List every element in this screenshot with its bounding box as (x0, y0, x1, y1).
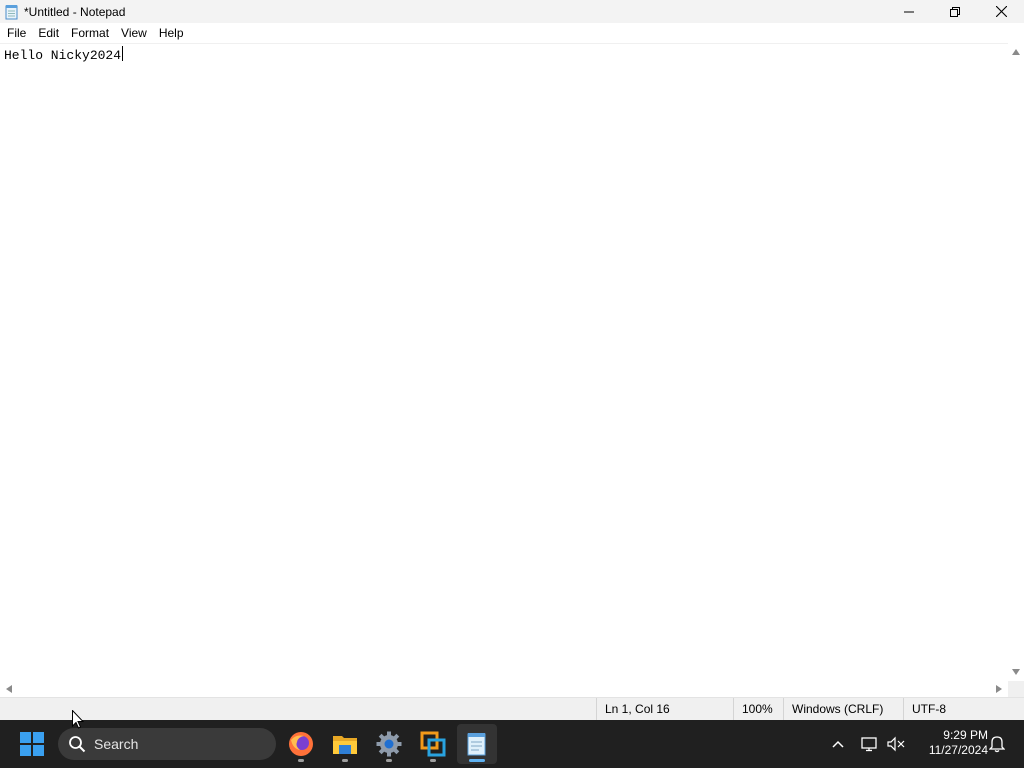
status-line-ending: Windows (CRLF) (783, 698, 903, 720)
scroll-right-button[interactable] (992, 681, 1006, 697)
minimize-button[interactable] (886, 0, 932, 23)
minimize-icon (904, 11, 914, 12)
taskbar-clock[interactable]: 9:29 PM 11/27/2024 (912, 728, 988, 758)
taskbar-search-box[interactable]: Search (58, 728, 276, 760)
restore-icon (950, 6, 960, 17)
remote-app-icon (420, 731, 446, 757)
notepad-icon (4, 4, 20, 20)
clock-time: 9:29 PM (943, 728, 988, 742)
scrollbar-corner (1008, 681, 1024, 697)
running-indicator (342, 759, 348, 762)
file-explorer-icon (333, 736, 357, 754)
taskbar-app-notepad[interactable] (457, 724, 497, 764)
close-button[interactable] (978, 0, 1024, 23)
vertical-scrollbar[interactable] (1008, 43, 1024, 681)
status-encoding: UTF-8 (903, 698, 1024, 720)
network-icon (861, 737, 877, 752)
taskbar-app-settings[interactable] (369, 724, 409, 764)
taskbar-app-firefox[interactable] (281, 724, 321, 764)
start-button[interactable] (12, 728, 52, 760)
taskbar-app-file-explorer[interactable] (325, 724, 365, 764)
active-indicator (469, 759, 485, 762)
triangle-down-icon (1012, 669, 1020, 675)
menu-file[interactable]: File (1, 23, 32, 43)
triangle-up-icon (1012, 49, 1020, 55)
scroll-up-button[interactable] (1008, 45, 1024, 59)
menu-edit[interactable]: Edit (32, 23, 65, 43)
running-indicator (430, 759, 436, 762)
notification-bell-icon (989, 736, 1005, 753)
close-icon (995, 6, 1007, 17)
status-cursor-position: Ln 1, Col 16 (596, 698, 732, 720)
settings-icon (376, 731, 402, 757)
running-indicator (386, 759, 392, 762)
restore-button[interactable] (932, 0, 978, 23)
mouse-cursor-icon (72, 710, 84, 729)
menu-help[interactable]: Help (153, 23, 190, 43)
firefox-icon (289, 732, 313, 756)
text-caret (122, 46, 124, 61)
taskbar: Search 9:29 PM 11/27/2024 (0, 720, 1024, 768)
volume-muted-icon (887, 736, 905, 752)
search-icon (68, 735, 86, 753)
menu-bar: File Edit Format View Help (0, 23, 1024, 43)
text-editor[interactable]: Hello Nicky2024 (0, 43, 1008, 681)
search-label: Search (94, 736, 139, 752)
window-controls (886, 0, 1024, 23)
triangle-left-icon (6, 685, 12, 693)
notifications-button[interactable] (985, 720, 1009, 768)
status-bar: Ln 1, Col 16 100% Windows (CRLF) UTF-8 (0, 697, 1024, 720)
menu-view[interactable]: View (115, 23, 153, 43)
triangle-right-icon (996, 685, 1002, 693)
clock-date: 11/27/2024 (928, 743, 988, 757)
scroll-left-button[interactable] (2, 681, 16, 697)
status-zoom: 100% (733, 698, 783, 720)
menu-format[interactable]: Format (65, 23, 115, 43)
notepad-icon (467, 733, 486, 756)
tray-network-button[interactable] (858, 720, 882, 768)
taskbar-app-remote[interactable] (413, 724, 453, 764)
horizontal-scrollbar[interactable] (0, 681, 1008, 697)
running-indicator (298, 759, 304, 762)
scroll-down-button[interactable] (1008, 665, 1024, 679)
tray-volume-button[interactable] (884, 720, 908, 768)
editor-content: Hello Nicky2024 (4, 48, 122, 63)
tray-overflow-button[interactable] (826, 720, 850, 768)
chevron-up-icon (832, 740, 844, 748)
title-bar[interactable]: *Untitled - Notepad (0, 0, 1024, 23)
window-title: *Untitled - Notepad (24, 4, 126, 19)
windows-logo-icon (20, 732, 44, 756)
